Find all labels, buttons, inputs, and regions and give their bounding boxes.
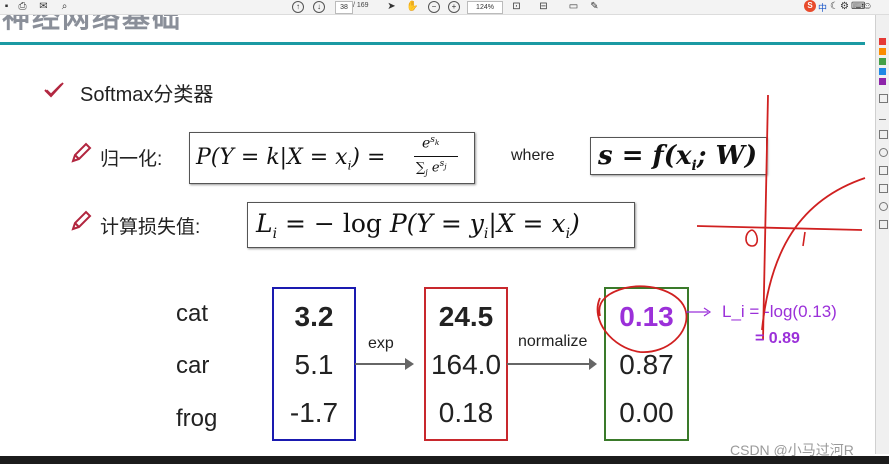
pen-tool-icon[interactable] bbox=[879, 94, 888, 103]
class-label-cat: cat bbox=[176, 300, 209, 327]
normalize-arrow bbox=[507, 358, 597, 370]
normalize-label: 归一化: bbox=[100, 149, 163, 170]
check-bullet-icon bbox=[44, 82, 64, 98]
exp-arrow bbox=[355, 358, 414, 370]
circle-tool-icon[interactable] bbox=[879, 148, 888, 157]
color-green-icon[interactable] bbox=[879, 58, 886, 65]
select-cursor-icon[interactable]: ➤ bbox=[386, 1, 397, 12]
loss-annotation-line1: L_i = -log(0.13) bbox=[722, 302, 837, 321]
loss-formula: Li = − log P(Y = yi|X = xi) bbox=[247, 202, 635, 248]
scroll-mode-icon[interactable]: ⊟ bbox=[538, 1, 549, 12]
page-down-icon[interactable]: ↓ bbox=[313, 1, 325, 13]
color-orange-icon[interactable] bbox=[879, 48, 886, 55]
sogou-logo-icon[interactable]: S bbox=[804, 0, 816, 12]
bullet-softmax: Softmax分类器 bbox=[80, 84, 214, 106]
class-label-frog: frog bbox=[176, 405, 218, 432]
pdf-toolbar: ▪ ⎙ ✉ ⌕ ↑ ↓ 38 / 169 ➤ ✋ − + 124% ⊡ ⊟ ▭ … bbox=[0, 0, 889, 15]
zoom-out-icon[interactable]: − bbox=[428, 1, 440, 13]
pencil-bullet-icon bbox=[71, 142, 92, 163]
ime-settings-icon[interactable]: ⚙ bbox=[839, 1, 850, 12]
eraser-tool-icon[interactable] bbox=[879, 184, 888, 193]
where-text: where bbox=[511, 147, 555, 164]
normalize-arrow-label: normalize bbox=[518, 333, 588, 350]
score-cat: 3.2 bbox=[294, 301, 334, 332]
probability-box: 0.13 0.87 0.00 bbox=[604, 287, 689, 441]
mail-icon[interactable]: ✉ bbox=[38, 1, 49, 12]
title-rule bbox=[0, 42, 865, 45]
score-function-formula: s = f(xi; W) bbox=[590, 137, 767, 175]
score-box: 3.2 5.1 -1.7 bbox=[272, 287, 356, 441]
print-icon[interactable]: ⎙ bbox=[17, 1, 28, 12]
undo-tool-icon[interactable] bbox=[879, 202, 888, 211]
score-car: 5.1 bbox=[294, 349, 334, 380]
exp-label: exp bbox=[368, 335, 394, 352]
page-total: / 169 bbox=[353, 2, 369, 9]
ime-lang[interactable]: 中 bbox=[818, 1, 827, 14]
text-tool-icon[interactable] bbox=[879, 166, 888, 175]
exp-cat: 24.5 bbox=[438, 301, 494, 332]
pen-icon[interactable]: ✎ bbox=[589, 1, 600, 12]
class-label-car: car bbox=[176, 352, 210, 379]
save-tool-icon[interactable] bbox=[879, 220, 888, 229]
color-purple-icon[interactable] bbox=[879, 78, 886, 85]
exp-car: 164.0 bbox=[430, 349, 502, 380]
exp-frog: 0.18 bbox=[438, 397, 494, 428]
ime-keyboard-icon[interactable]: ⌨ bbox=[851, 1, 865, 12]
prob-frog: 0.00 bbox=[619, 397, 674, 428]
score-frog: -1.7 bbox=[289, 397, 339, 428]
annotation-tool-strip bbox=[875, 14, 889, 454]
comment-icon[interactable]: ▭ bbox=[568, 1, 579, 12]
rect-tool-icon[interactable] bbox=[879, 130, 888, 139]
color-red-icon[interactable] bbox=[879, 38, 886, 45]
line-tool-icon[interactable] bbox=[879, 112, 886, 120]
ime-skin-icon[interactable]: ☺ bbox=[862, 1, 873, 12]
page-number-input[interactable]: 38 bbox=[335, 1, 353, 14]
zoom-in-icon[interactable]: + bbox=[448, 1, 460, 13]
loss-label: 计算损失值: bbox=[100, 217, 201, 238]
save-icon[interactable]: ▪ bbox=[1, 1, 12, 12]
fit-page-icon[interactable]: ⊡ bbox=[511, 1, 522, 12]
color-blue-icon[interactable] bbox=[879, 68, 886, 75]
exp-box: 24.5 164.0 0.18 bbox=[424, 287, 508, 441]
zoom-select[interactable]: 124% bbox=[467, 1, 503, 14]
taskbar bbox=[0, 456, 889, 464]
prob-cat: 0.13 bbox=[619, 301, 674, 332]
hand-tool-icon[interactable]: ✋ bbox=[406, 1, 418, 12]
search-icon[interactable]: ⌕ bbox=[59, 1, 70, 12]
pencil-bullet-icon-2 bbox=[71, 210, 92, 231]
loss-annotation-line2: = 0.89 bbox=[755, 330, 800, 347]
softmax-formula: P(Y = k|X = xi) = esk ∑j esj bbox=[189, 132, 475, 184]
prob-car: 0.87 bbox=[619, 349, 674, 380]
page-up-icon[interactable]: ↑ bbox=[292, 1, 304, 13]
